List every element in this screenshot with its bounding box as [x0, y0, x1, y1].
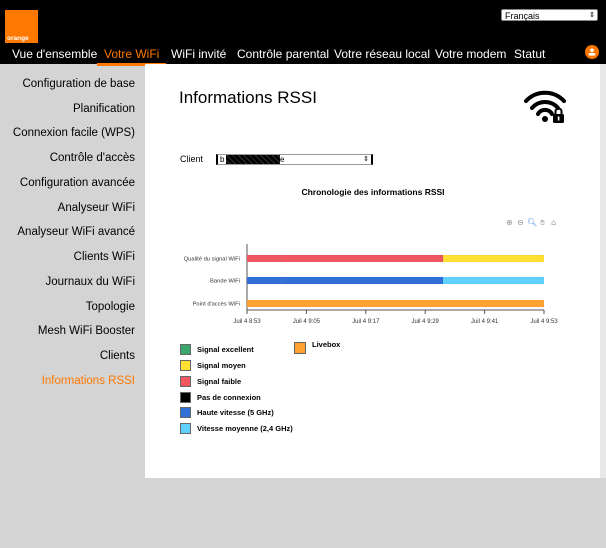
scrollbar[interactable]: [600, 64, 606, 478]
nav-reseau-local[interactable]: Votre réseau local: [334, 44, 430, 64]
timeline-segment: [442, 276, 545, 285]
legend-label: Signal moyen: [197, 361, 246, 370]
legend-label: Haute vitesse (5 GHz): [197, 408, 274, 417]
x-tick-label: Juil 4 9:17: [352, 319, 380, 325]
x-tick-label: Juil 4 9:53: [530, 319, 558, 325]
timeline-segment: [246, 254, 282, 263]
sidebar-item-informations-rssi[interactable]: Informations RSSI: [42, 375, 135, 387]
main-nav: Vue d'ensemble Votre WiFi WiFi invité Co…: [0, 44, 606, 66]
x-tick-label: Juil 4 9:29: [412, 319, 440, 325]
zoom-out-icon[interactable]: ⊖: [516, 218, 525, 227]
nav-votre-modem[interactable]: Votre modem: [435, 44, 506, 64]
nav-statut[interactable]: Statut: [514, 44, 545, 64]
wifi-lock-icon: [524, 90, 566, 123]
sidebar-item-mesh-wifi-booster[interactable]: Mesh WiFi Booster: [38, 325, 135, 337]
x-tick-label: Juil 4 9:05: [293, 319, 321, 325]
sidebar-item-configuration-avancee[interactable]: Configuration avancée: [20, 177, 135, 189]
legend-item: Signal excellent: [180, 344, 254, 355]
timeline-segment: [442, 254, 545, 263]
x-tick-label: Juil 4 9:41: [471, 319, 499, 325]
legend-label: Signal excellent: [197, 345, 254, 354]
row-label: Point d'accès WiFi: [193, 302, 241, 308]
sidebar-item-journaux-wifi[interactable]: Journaux du WiFi: [46, 276, 135, 288]
legend-item: Livebox: [294, 339, 341, 354]
x-tick-label: Juil 4 8:53: [233, 319, 261, 325]
sidebar-item-analyseur-wifi[interactable]: Analyseur WiFi: [58, 202, 135, 214]
sidebar-item-planification[interactable]: Planification: [73, 103, 135, 115]
legend-item: Haute vitesse (5 GHz): [180, 407, 274, 418]
legend-swatch: [180, 407, 191, 418]
nav-votre-wifi[interactable]: Votre WiFi: [96, 44, 167, 66]
legend-swatch: [180, 376, 191, 387]
legend-swatch: [180, 423, 191, 434]
rssi-timeline-chart: Qualité du signal WiFi Bande WiFi Point d'…: [184, 244, 558, 325]
legend-item: Vitesse moyenne (2,4 GHz): [180, 423, 293, 434]
select-arrows-icon: ⇕: [363, 156, 369, 163]
chart-toolbar: ⊕ ⊖ 🔍︎ ✋︎ ⌂: [505, 218, 558, 227]
client-select[interactable]: b e ⇕: [216, 154, 373, 165]
sidebar-item-topologie[interactable]: Topologie: [86, 301, 135, 313]
pan-icon[interactable]: ✋︎: [538, 218, 547, 227]
zoom-in-icon[interactable]: ⊕: [505, 218, 514, 227]
timeline-segment: [246, 299, 545, 308]
legend-item: Pas de connexion: [180, 392, 261, 403]
legend-label: Livebox: [312, 339, 341, 349]
row-label: Qualité du signal WiFi: [184, 257, 240, 263]
legend-swatch: [294, 342, 306, 354]
timeline-segment: [246, 276, 282, 285]
select-arrows-icon: ⇕: [589, 12, 595, 19]
page-title: Informations RSSI: [179, 88, 317, 107]
client-value-suffix: e: [280, 155, 285, 164]
row-label: Bande WiFi: [210, 279, 240, 285]
sidebar-item-controle-acces[interactable]: Contrôle d'accès: [50, 152, 135, 164]
timeline-segment: [281, 254, 444, 263]
legend-item: Signal faible: [180, 376, 241, 387]
legend-swatch: [180, 392, 191, 403]
zoom-select-icon[interactable]: 🔍︎: [527, 218, 537, 227]
nav-vue-ensemble[interactable]: Vue d'ensemble: [12, 44, 97, 64]
user-icon: [588, 48, 596, 56]
home-icon[interactable]: ⌂: [549, 218, 558, 227]
legend-label: Vitesse moyenne (2,4 GHz): [197, 424, 293, 433]
legend-label: Signal faible: [197, 377, 242, 386]
client-label: Client: [180, 154, 204, 164]
top-bar: orange Français ⇕ Vue d'ensemble Votre W…: [0, 0, 606, 66]
orange-logo[interactable]: orange: [5, 10, 38, 43]
user-button[interactable]: [585, 45, 599, 59]
nav-wifi-invite[interactable]: WiFi invité: [171, 44, 226, 64]
nav-controle-parental[interactable]: Contrôle parental: [237, 44, 329, 64]
language-select[interactable]: Français ⇕: [501, 9, 598, 21]
legend-swatch: [180, 344, 191, 355]
timeline-segment: [281, 276, 444, 285]
language-value: Français: [505, 11, 540, 21]
legend-label: Pas de connexion: [197, 393, 261, 402]
chart-title: Chronologie des informations RSSI: [301, 187, 445, 197]
sidebar-item-clients[interactable]: Clients: [100, 350, 135, 362]
legend-item: Signal moyen: [180, 360, 246, 371]
sidebar-item-configuration-de-base[interactable]: Configuration de base: [22, 78, 135, 90]
sidebar-item-wps[interactable]: Connexion facile (WPS): [13, 127, 135, 139]
client-value-prefix: b: [220, 155, 225, 164]
legend-swatch: [180, 360, 191, 371]
redacted-mask: [226, 155, 280, 164]
sidebar-item-clients-wifi[interactable]: Clients WiFi: [74, 251, 135, 263]
sidebar-item-analyseur-wifi-avance[interactable]: Analyseur WiFi avancé: [17, 226, 135, 238]
brand-text: orange: [7, 35, 29, 42]
